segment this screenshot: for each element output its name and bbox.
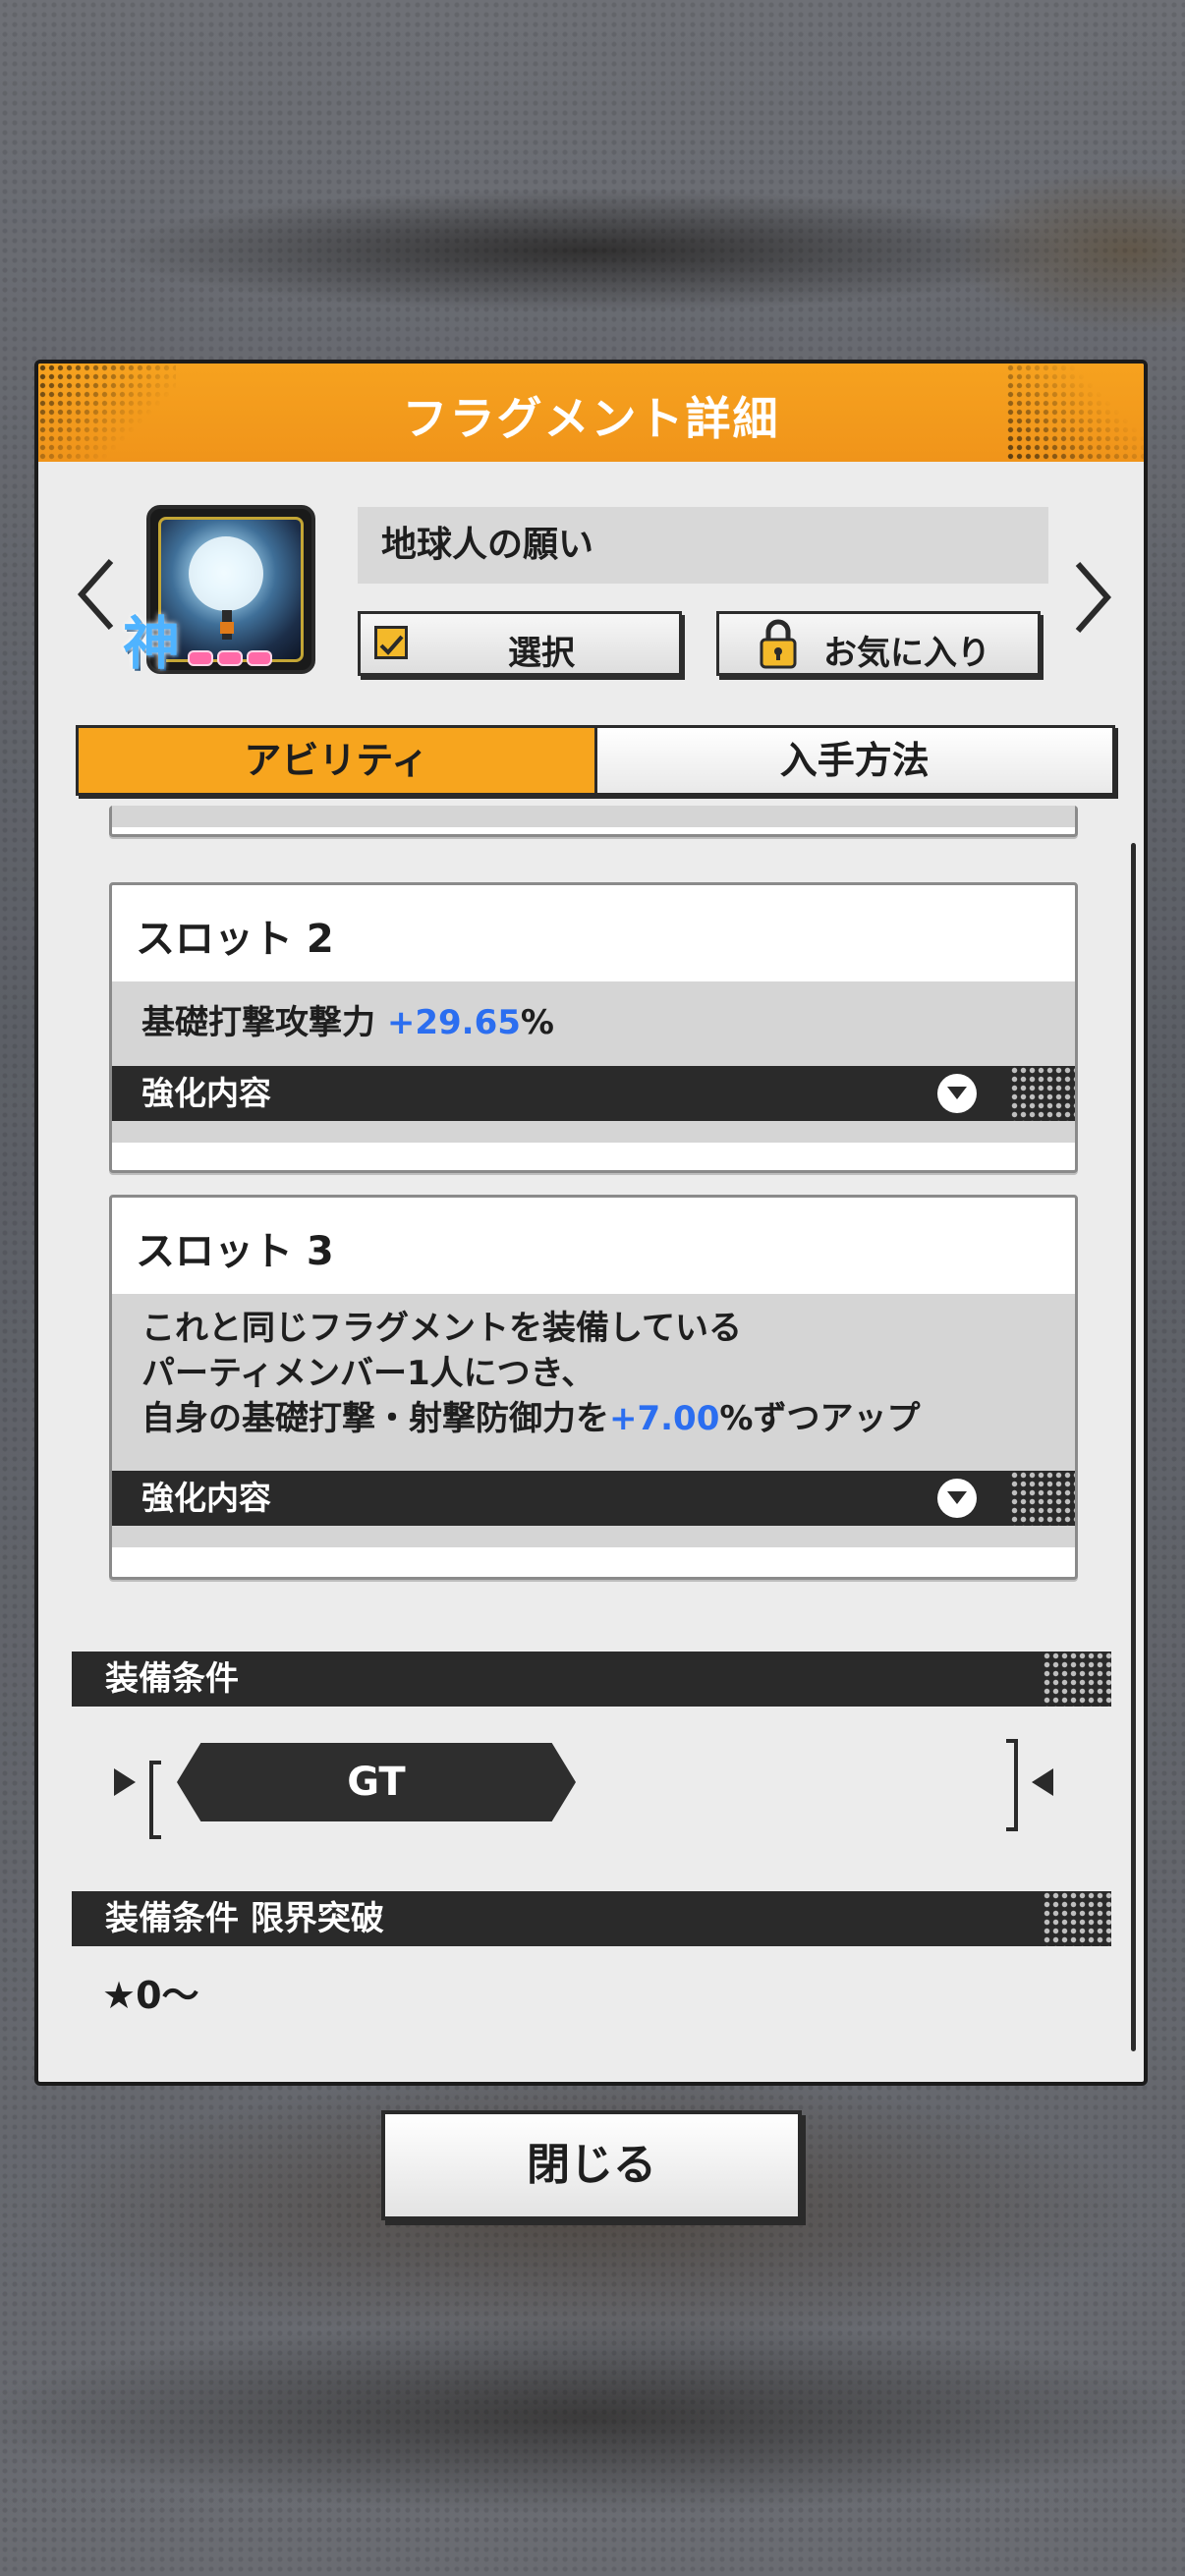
dialog-title: フラグメント詳細 [402,392,780,445]
checkbox-icon [374,626,408,659]
rarity-pips [188,650,272,666]
chevron-down-icon [937,1074,977,1113]
slot-card-2: スロット 2 基礎打撃攻撃力 +29.65% 強化内容 [109,882,1078,1173]
tab-ability[interactable]: アビリティ [79,728,597,793]
select-button[interactable]: 選択 [358,611,682,676]
dialog-header: フラグメント詳細 [38,364,1144,462]
chevron-down-icon [937,1479,977,1518]
favorite-button[interactable]: お気に入り [716,611,1041,676]
fragment-detail-dialog: フラグメント詳細 神 地球人の願い 選択 お気に入り アビリティ 入手方法 スロ… [34,360,1148,2086]
tab-acquisition[interactable]: 入手方法 [596,728,1112,793]
bracket-arrow-right-icon [996,1735,1055,1837]
limit-break-header: 装備条件 限界突破 [72,1891,1111,1946]
slot-title: スロット 2 [136,917,334,962]
scrollbar[interactable] [1131,843,1136,2051]
enhancement-toggle[interactable]: 強化内容 [112,1066,1075,1121]
rarity-mark: 神 [123,610,181,677]
slot-title: スロット 3 [136,1229,334,1274]
series-badge: GT [177,1743,576,1821]
limit-break-value: ★0～ [102,1974,199,2017]
close-button[interactable]: 閉じる [381,2110,802,2220]
tab-bar: アビリティ 入手方法 [76,725,1115,796]
next-arrow-icon[interactable] [1072,558,1115,637]
enhancement-toggle[interactable]: 強化内容 [112,1471,1075,1526]
fragment-name: 地球人の願い [358,507,1048,584]
slot-card-1-partial [109,806,1078,837]
slot-description: 基礎打撃攻撃力 +29.65% [112,981,1075,1070]
prev-arrow-icon[interactable] [74,555,117,634]
equip-condition-header: 装備条件 [72,1652,1111,1707]
lock-icon [759,618,798,678]
slot-card-3: スロット 3 これと同じフラグメントを装備している パーティメンバー1人につき、… [109,1195,1078,1580]
slot-description: これと同じフラグメントを装備している パーティメンバー1人につき、 自身の基礎打… [112,1294,1075,1475]
bracket-arrow-left-icon [112,1761,171,1843]
